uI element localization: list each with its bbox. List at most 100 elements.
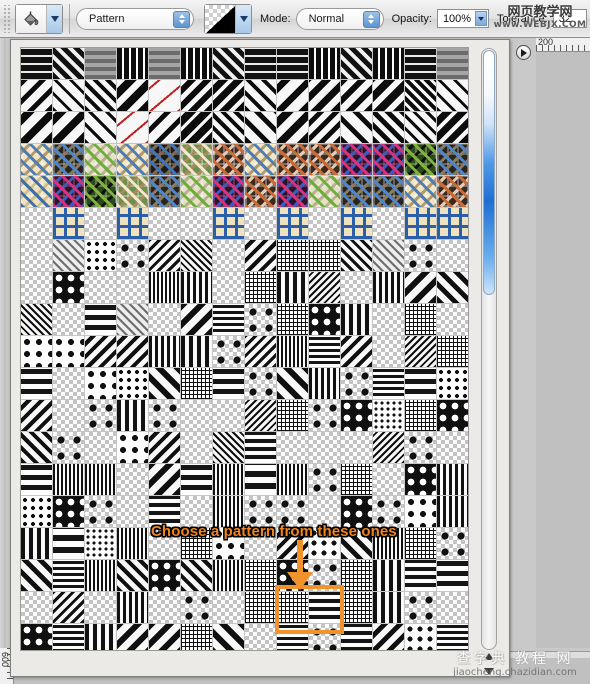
pattern-swatch[interactable] bbox=[149, 272, 181, 304]
pattern-swatch[interactable] bbox=[309, 112, 341, 144]
pattern-swatch[interactable] bbox=[117, 208, 149, 240]
pattern-swatch[interactable] bbox=[117, 272, 149, 304]
pattern-swatch[interactable] bbox=[245, 80, 277, 112]
pattern-swatch[interactable] bbox=[405, 624, 437, 650]
pattern-swatch[interactable] bbox=[149, 144, 181, 176]
pattern-swatch[interactable] bbox=[245, 272, 277, 304]
pattern-swatch[interactable] bbox=[213, 176, 245, 208]
pattern-swatch[interactable] bbox=[21, 304, 53, 336]
pattern-swatch[interactable] bbox=[405, 592, 437, 624]
pattern-swatch[interactable] bbox=[405, 400, 437, 432]
pattern-swatch[interactable] bbox=[181, 176, 213, 208]
pattern-swatch[interactable] bbox=[437, 592, 468, 624]
pattern-swatch[interactable] bbox=[277, 432, 309, 464]
pattern-swatch[interactable] bbox=[85, 176, 117, 208]
pattern-swatch[interactable] bbox=[149, 80, 181, 112]
pattern-swatch[interactable] bbox=[437, 336, 468, 368]
pattern-swatch[interactable] bbox=[149, 176, 181, 208]
pattern-swatch[interactable] bbox=[373, 304, 405, 336]
pattern-swatch[interactable] bbox=[309, 464, 341, 496]
pattern-swatch[interactable] bbox=[373, 560, 405, 592]
pattern-swatch[interactable] bbox=[341, 272, 373, 304]
pattern-preview-swatch[interactable] bbox=[205, 4, 235, 33]
canvas-area-right[interactable] bbox=[536, 52, 590, 648]
pattern-swatch[interactable] bbox=[437, 432, 468, 464]
pattern-swatch[interactable] bbox=[277, 176, 309, 208]
tool-preset-caret-icon[interactable] bbox=[46, 4, 62, 33]
pattern-swatch[interactable] bbox=[149, 336, 181, 368]
pattern-swatch[interactable] bbox=[309, 208, 341, 240]
pattern-swatch[interactable] bbox=[85, 400, 117, 432]
pattern-swatch[interactable] bbox=[181, 80, 213, 112]
pattern-swatch[interactable] bbox=[117, 80, 149, 112]
pattern-swatch[interactable] bbox=[277, 80, 309, 112]
pattern-swatch[interactable] bbox=[437, 560, 468, 592]
pattern-swatch[interactable] bbox=[85, 304, 117, 336]
pattern-swatch[interactable] bbox=[245, 176, 277, 208]
pattern-swatch[interactable] bbox=[213, 400, 245, 432]
pattern-swatch[interactable] bbox=[373, 48, 405, 80]
pattern-swatch[interactable] bbox=[437, 528, 468, 560]
pattern-swatch[interactable] bbox=[309, 432, 341, 464]
pattern-swatch[interactable] bbox=[117, 176, 149, 208]
pattern-swatch[interactable] bbox=[53, 496, 85, 528]
pattern-swatch[interactable] bbox=[53, 208, 85, 240]
pattern-swatch-well[interactable] bbox=[204, 3, 252, 34]
pattern-swatch[interactable] bbox=[149, 624, 181, 650]
pattern-swatch[interactable] bbox=[437, 240, 468, 272]
pattern-swatch[interactable] bbox=[373, 368, 405, 400]
pattern-swatch[interactable] bbox=[117, 400, 149, 432]
pattern-swatch[interactable] bbox=[213, 48, 245, 80]
pattern-swatch[interactable] bbox=[21, 112, 53, 144]
pattern-swatch[interactable] bbox=[213, 464, 245, 496]
pattern-swatch[interactable] bbox=[341, 208, 373, 240]
pattern-swatch[interactable] bbox=[85, 464, 117, 496]
pattern-swatch[interactable] bbox=[85, 144, 117, 176]
pattern-swatch[interactable] bbox=[245, 624, 277, 650]
pattern-swatch[interactable] bbox=[21, 432, 53, 464]
tolerance-input[interactable]: 32 bbox=[552, 9, 587, 28]
pattern-swatch[interactable] bbox=[149, 432, 181, 464]
pattern-swatch[interactable] bbox=[373, 400, 405, 432]
pattern-swatch[interactable] bbox=[309, 176, 341, 208]
pattern-swatch[interactable] bbox=[341, 80, 373, 112]
pattern-swatch[interactable] bbox=[277, 336, 309, 368]
pattern-swatch[interactable] bbox=[21, 560, 53, 592]
pattern-swatch[interactable] bbox=[21, 592, 53, 624]
pattern-swatch[interactable] bbox=[373, 208, 405, 240]
panel-menu-arrow-icon[interactable] bbox=[516, 45, 531, 60]
pattern-swatch[interactable] bbox=[437, 272, 468, 304]
pattern-swatch[interactable] bbox=[405, 432, 437, 464]
pattern-swatch[interactable] bbox=[277, 144, 309, 176]
pattern-swatch[interactable] bbox=[437, 368, 468, 400]
pattern-swatch[interactable] bbox=[405, 560, 437, 592]
pattern-swatch[interactable] bbox=[245, 112, 277, 144]
pattern-swatch[interactable] bbox=[21, 528, 53, 560]
pattern-swatch[interactable] bbox=[277, 48, 309, 80]
pattern-swatch[interactable] bbox=[405, 176, 437, 208]
pattern-swatch[interactable] bbox=[245, 48, 277, 80]
pattern-swatch[interactable] bbox=[373, 80, 405, 112]
pattern-swatch[interactable] bbox=[437, 400, 468, 432]
pattern-swatch[interactable] bbox=[181, 48, 213, 80]
pattern-swatch[interactable] bbox=[21, 144, 53, 176]
pattern-swatch[interactable] bbox=[213, 144, 245, 176]
pattern-swatch[interactable] bbox=[341, 400, 373, 432]
pattern-swatch[interactable] bbox=[117, 624, 149, 650]
pattern-panel-scrollbar[interactable] bbox=[481, 48, 497, 675]
pattern-swatch[interactable] bbox=[213, 240, 245, 272]
pattern-swatch[interactable] bbox=[181, 464, 213, 496]
pattern-swatch[interactable] bbox=[309, 368, 341, 400]
pattern-swatch[interactable] bbox=[309, 272, 341, 304]
pattern-swatch[interactable] bbox=[85, 496, 117, 528]
pattern-swatch[interactable] bbox=[53, 336, 85, 368]
pattern-swatch[interactable] bbox=[85, 80, 117, 112]
pattern-swatch[interactable] bbox=[149, 560, 181, 592]
pattern-swatch[interactable] bbox=[21, 240, 53, 272]
pattern-swatch[interactable] bbox=[181, 240, 213, 272]
pattern-swatch[interactable] bbox=[405, 80, 437, 112]
pattern-swatch[interactable] bbox=[405, 336, 437, 368]
pattern-swatch[interactable] bbox=[437, 112, 468, 144]
pattern-swatch[interactable] bbox=[53, 272, 85, 304]
pattern-swatch[interactable] bbox=[149, 368, 181, 400]
